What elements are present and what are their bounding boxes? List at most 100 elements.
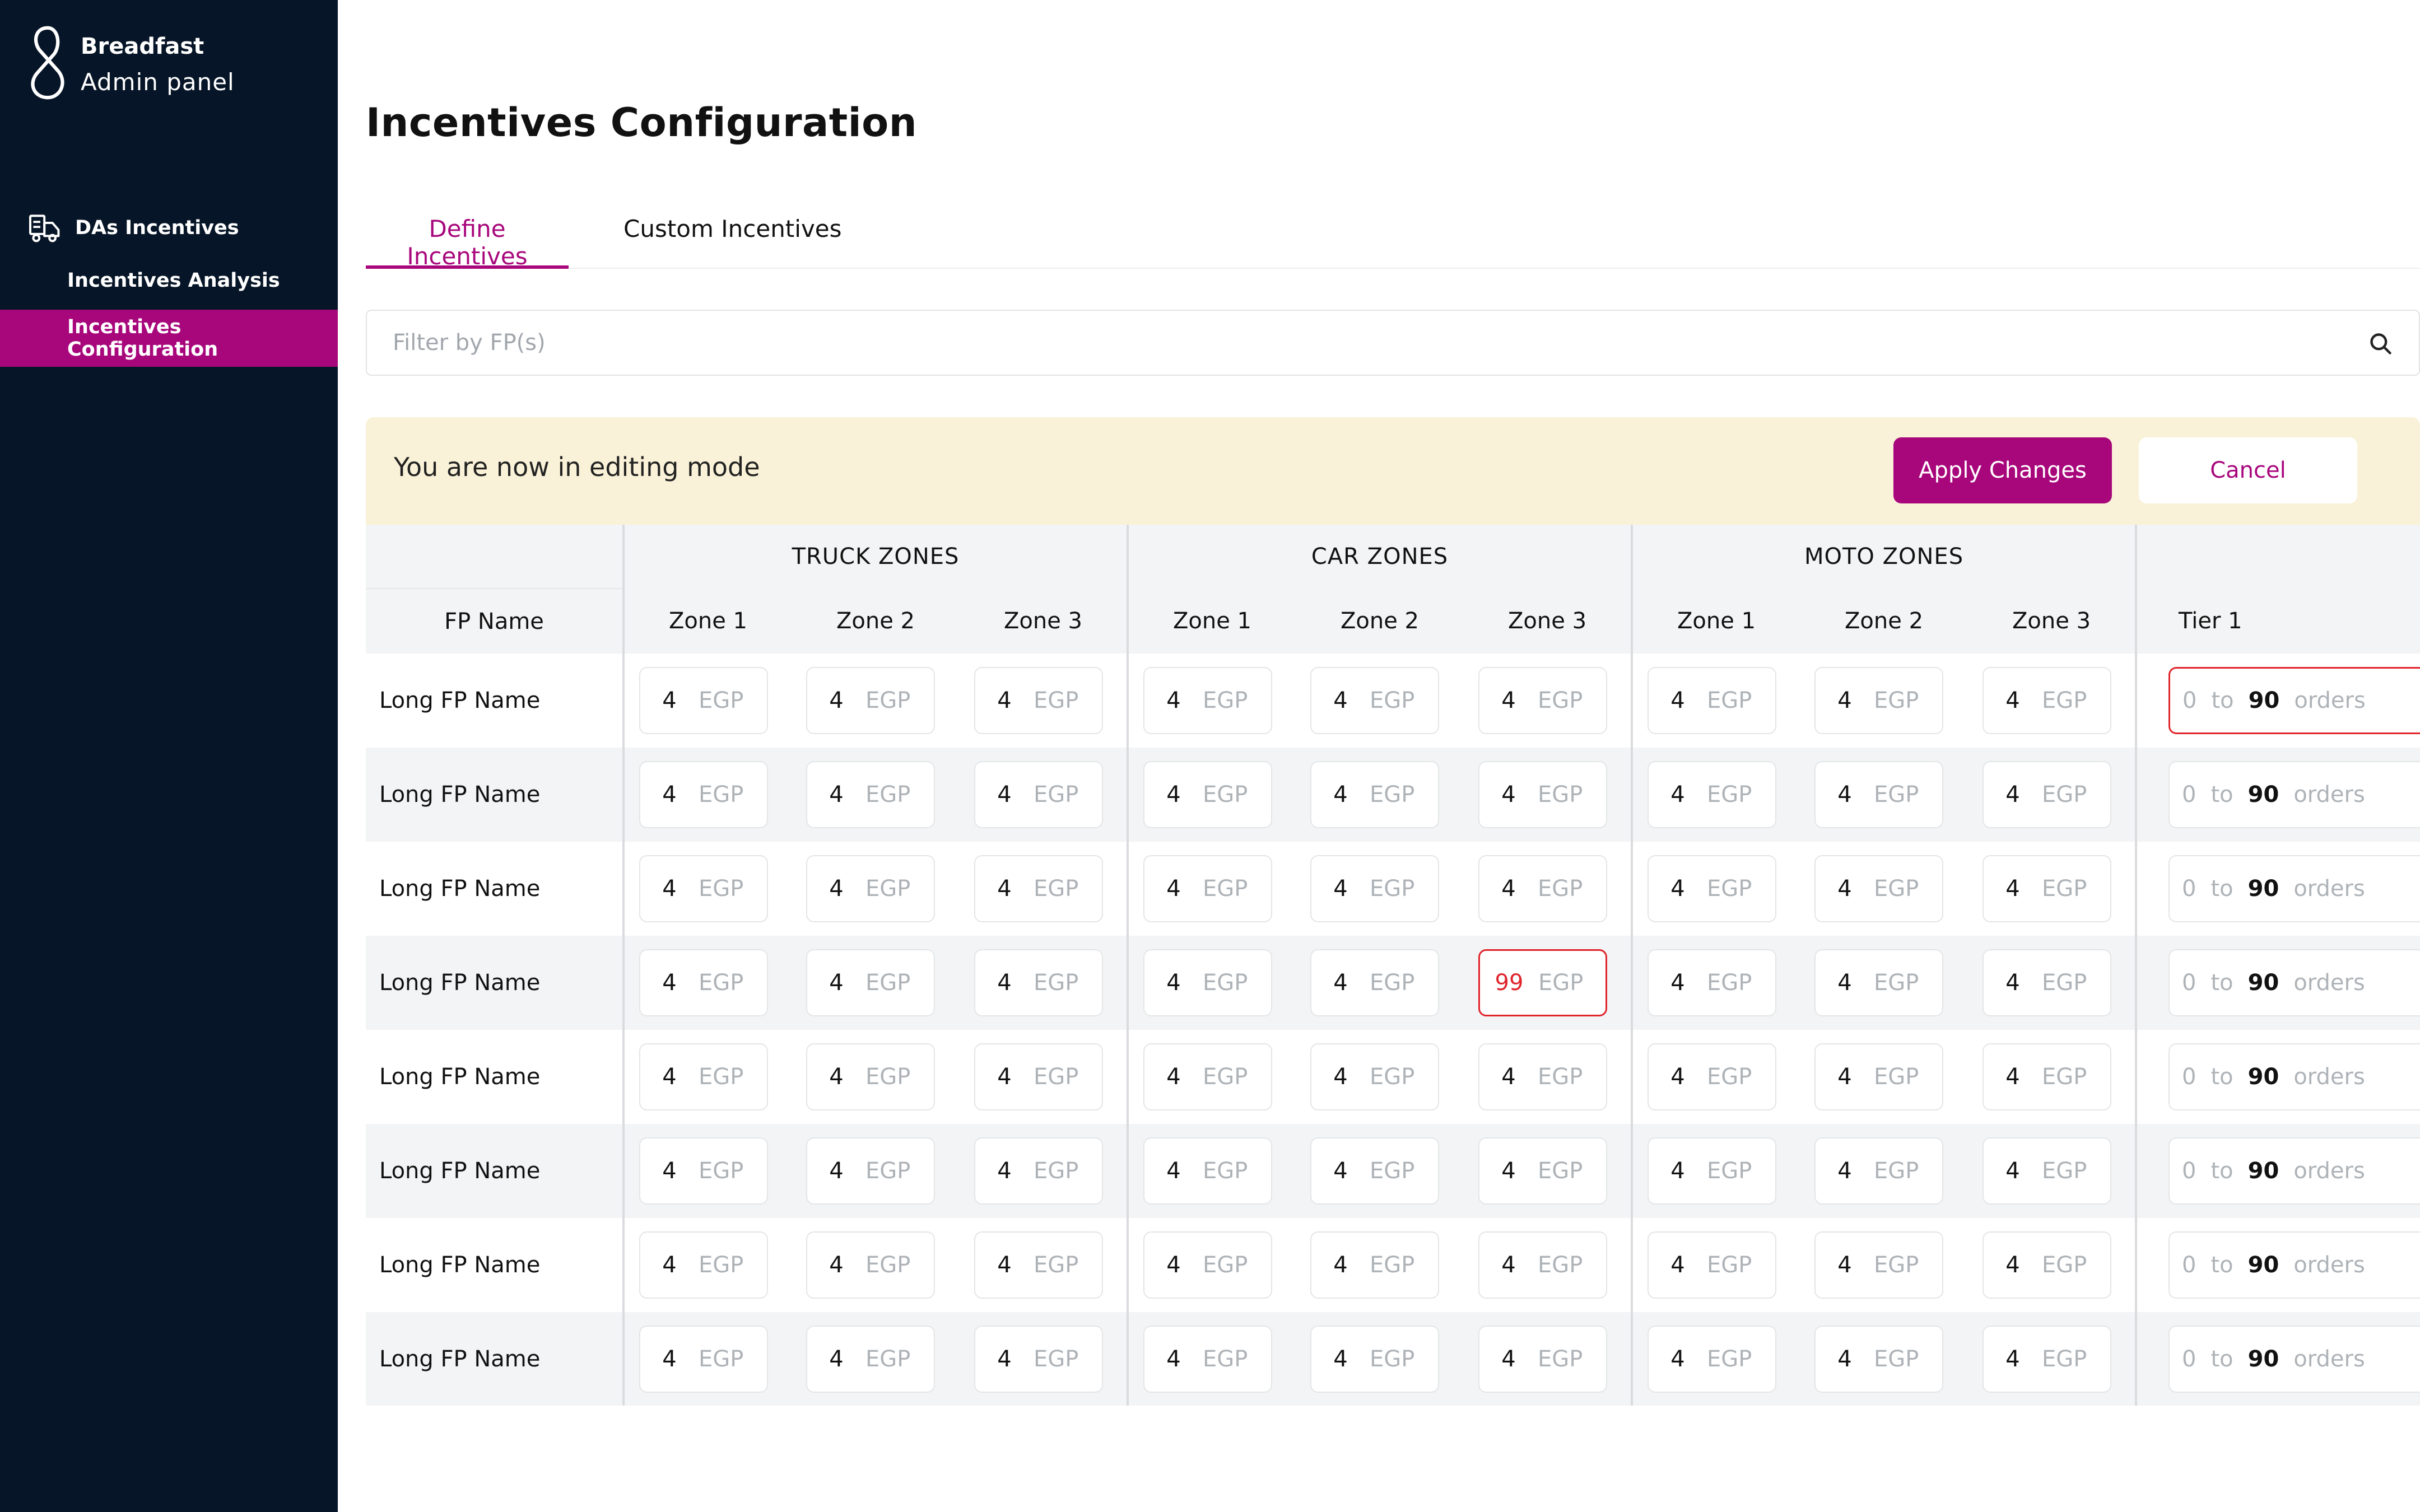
car-zone-2-input[interactable]: 4 EGP (1310, 1137, 1439, 1205)
moto-zone-2-input[interactable]: 4 EGP (1814, 1043, 1944, 1110)
car-zone-1-input[interactable]: 4 EGP (1143, 761, 1272, 828)
moto-zone-3-input[interactable]: 4 EGP (1982, 1137, 2112, 1205)
moto-zone-3-input[interactable]: 4 EGP (1982, 949, 2112, 1016)
moto-zone-1-input[interactable]: 4 EGP (1648, 1137, 1777, 1205)
sidebar-item-incentives-configuration[interactable]: Incentives Configuration (0, 310, 338, 367)
car-zone-3-input[interactable]: 4 EGP (1478, 761, 1607, 828)
moto-zone-3-input[interactable]: 4 EGP (1982, 667, 2112, 734)
truck-zone-3-cell: 4 EGP (960, 1124, 1128, 1218)
car-zone-3-input[interactable]: 4 EGP (1478, 855, 1607, 922)
truck-zone-3-input[interactable]: 4 EGP (974, 1231, 1103, 1299)
brand[interactable]: Breadfast Admin panel (26, 24, 235, 102)
car-zone-1-input[interactable]: 4 EGP (1143, 1137, 1272, 1205)
truck-zone-3-input[interactable]: 4 EGP (974, 1326, 1103, 1393)
car-zone-3-input[interactable]: 4 EGP (1478, 1043, 1607, 1110)
car-zone-1-input[interactable]: 4 EGP (1143, 949, 1272, 1016)
tier-1-range-input[interactable]: 0 to 90 orders (2168, 1043, 2420, 1110)
car-zone-2-input[interactable]: 4 EGP (1310, 1326, 1439, 1393)
car-zone-3-input[interactable]: 4 EGP (1478, 1326, 1607, 1393)
car-zone-2-input[interactable]: 4 EGP (1310, 667, 1439, 734)
car-zone-2-input[interactable]: 4 EGP (1310, 761, 1439, 828)
car-zone-1-input[interactable]: 4 EGP (1143, 855, 1272, 922)
truck-zone-1-input[interactable]: 4 EGP (639, 1043, 768, 1110)
tier-1-range-input[interactable]: 0 to 90 orders (2168, 1231, 2420, 1299)
search-icon[interactable] (2368, 332, 2393, 356)
truck-zone-3-input[interactable]: 4 EGP (974, 667, 1103, 734)
moto-zone-1-input[interactable]: 4 EGP (1648, 667, 1777, 734)
moto-zone-1-input[interactable]: 4 EGP (1648, 1043, 1777, 1110)
truck-zone-1-input[interactable]: 4 EGP (639, 855, 768, 922)
sidebar-section-das-incentives[interactable]: DAs Incentives (28, 208, 239, 248)
car-zone-3-input[interactable]: 4 EGP (1478, 667, 1607, 734)
truck-zone-2-input[interactable]: 4 EGP (806, 1326, 935, 1393)
moto-zone-2-input[interactable]: 4 EGP (1814, 855, 1944, 922)
truck-zone-1-input[interactable]: 4 EGP (639, 1231, 768, 1299)
truck-zone-2-input[interactable]: 4 EGP (806, 761, 935, 828)
moto-zone-2-input[interactable]: 4 EGP (1814, 667, 1944, 734)
car-zone-1-input[interactable]: 4 EGP (1143, 1326, 1272, 1393)
tier-1-range-input[interactable]: 0 to 90 orders (2168, 949, 2420, 1016)
truck-zone-1-input[interactable]: 4 EGP (639, 949, 768, 1016)
incentives-table-container[interactable]: TRUCK ZONES CAR ZONES MOTO ZONES FP Name… (366, 525, 2420, 1406)
truck-zone-3-input[interactable]: 4 EGP (974, 949, 1103, 1016)
truck-zone-3-input[interactable]: 4 EGP (974, 761, 1103, 828)
truck-zone-2-input[interactable]: 4 EGP (806, 1137, 935, 1205)
moto-zone-1-input[interactable]: 4 EGP (1648, 1231, 1777, 1299)
currency-label: EGP (1203, 1252, 1248, 1278)
sidebar-item-incentives-analysis[interactable]: Incentives Analysis (0, 252, 338, 309)
truck-zone-3-input[interactable]: 4 EGP (974, 855, 1103, 922)
car-zone-1-input[interactable]: 4 EGP (1143, 667, 1272, 734)
moto-zone-3-input[interactable]: 4 EGP (1982, 1231, 2112, 1299)
moto-zone-1-input[interactable]: 4 EGP (1648, 855, 1777, 922)
car-zone-2-input[interactable]: 4 EGP (1310, 1043, 1439, 1110)
car-zone-2-input[interactable]: 4 EGP (1310, 855, 1439, 922)
cancel-button[interactable]: Cancel (2139, 437, 2357, 503)
incentive-value: 4 (1837, 688, 1852, 713)
currency-label: EGP (2042, 1346, 2087, 1372)
moto-zone-1-input[interactable]: 4 EGP (1648, 761, 1777, 828)
tier-1-range-input[interactable]: 0 to 90 orders (2168, 1137, 2420, 1205)
incentive-value: 4 (662, 688, 677, 713)
moto-zone-3-input[interactable]: 4 EGP (1982, 1326, 2112, 1393)
car-zone-2-input[interactable]: 4 EGP (1310, 1231, 1439, 1299)
truck-zone-1-input[interactable]: 4 EGP (639, 1326, 768, 1393)
car-zone-3-input[interactable]: 4 EGP (1478, 1231, 1607, 1299)
currency-label: EGP (1538, 1064, 1583, 1090)
car-zone-3-input[interactable]: 99 EGP (1478, 949, 1607, 1016)
tab-define-incentives[interactable]: Define Incentives (366, 215, 569, 270)
truck-zone-3-input[interactable]: 4 EGP (974, 1137, 1103, 1205)
car-zone-1-cell: 4 EGP (1127, 654, 1296, 748)
truck-zone-2-input[interactable]: 4 EGP (806, 855, 935, 922)
truck-zone-3-input[interactable]: 4 EGP (974, 1043, 1103, 1110)
tier-1-range-input[interactable]: 0 to 90 orders (2168, 855, 2420, 922)
currency-label: EGP (1203, 1064, 1248, 1090)
moto-zone-2-input[interactable]: 4 EGP (1814, 1326, 1944, 1393)
moto-zone-2-input[interactable]: 4 EGP (1814, 949, 1944, 1016)
car-zone-2-input[interactable]: 4 EGP (1310, 949, 1439, 1016)
truck-zone-1-input[interactable]: 4 EGP (639, 1137, 768, 1205)
truck-zone-2-input[interactable]: 4 EGP (806, 667, 935, 734)
moto-zone-1-input[interactable]: 4 EGP (1648, 1326, 1777, 1393)
moto-zone-2-input[interactable]: 4 EGP (1814, 1137, 1944, 1205)
moto-zone-3-input[interactable]: 4 EGP (1982, 855, 2112, 922)
truck-zone-2-input[interactable]: 4 EGP (806, 1043, 935, 1110)
car-zone-1-input[interactable]: 4 EGP (1143, 1043, 1272, 1110)
moto-zone-3-input[interactable]: 4 EGP (1982, 761, 2112, 828)
moto-zone-2-input[interactable]: 4 EGP (1814, 1231, 1944, 1299)
car-zone-3-input[interactable]: 4 EGP (1478, 1137, 1607, 1205)
car-zone-2-cell: 4 EGP (1296, 748, 1464, 842)
tier-1-range-input[interactable]: 0 to 90 orders (2168, 761, 2420, 828)
truck-zone-2-input[interactable]: 4 EGP (806, 1231, 935, 1299)
filter-fp-input[interactable] (393, 330, 2297, 356)
truck-zone-1-input[interactable]: 4 EGP (639, 667, 768, 734)
tier-1-range-input[interactable]: 0 to 90 orders (2168, 667, 2420, 734)
truck-zone-2-input[interactable]: 4 EGP (806, 949, 935, 1016)
car-zone-1-input[interactable]: 4 EGP (1143, 1231, 1272, 1299)
tab-custom-incentives[interactable]: Custom Incentives (623, 215, 842, 269)
truck-zone-1-input[interactable]: 4 EGP (639, 761, 768, 828)
moto-zone-2-input[interactable]: 4 EGP (1814, 761, 1944, 828)
moto-zone-3-input[interactable]: 4 EGP (1982, 1043, 2112, 1110)
moto-zone-1-input[interactable]: 4 EGP (1648, 949, 1777, 1016)
tier-1-range-input[interactable]: 0 to 90 orders (2168, 1326, 2420, 1393)
apply-changes-button[interactable]: Apply Changes (1893, 437, 2112, 503)
